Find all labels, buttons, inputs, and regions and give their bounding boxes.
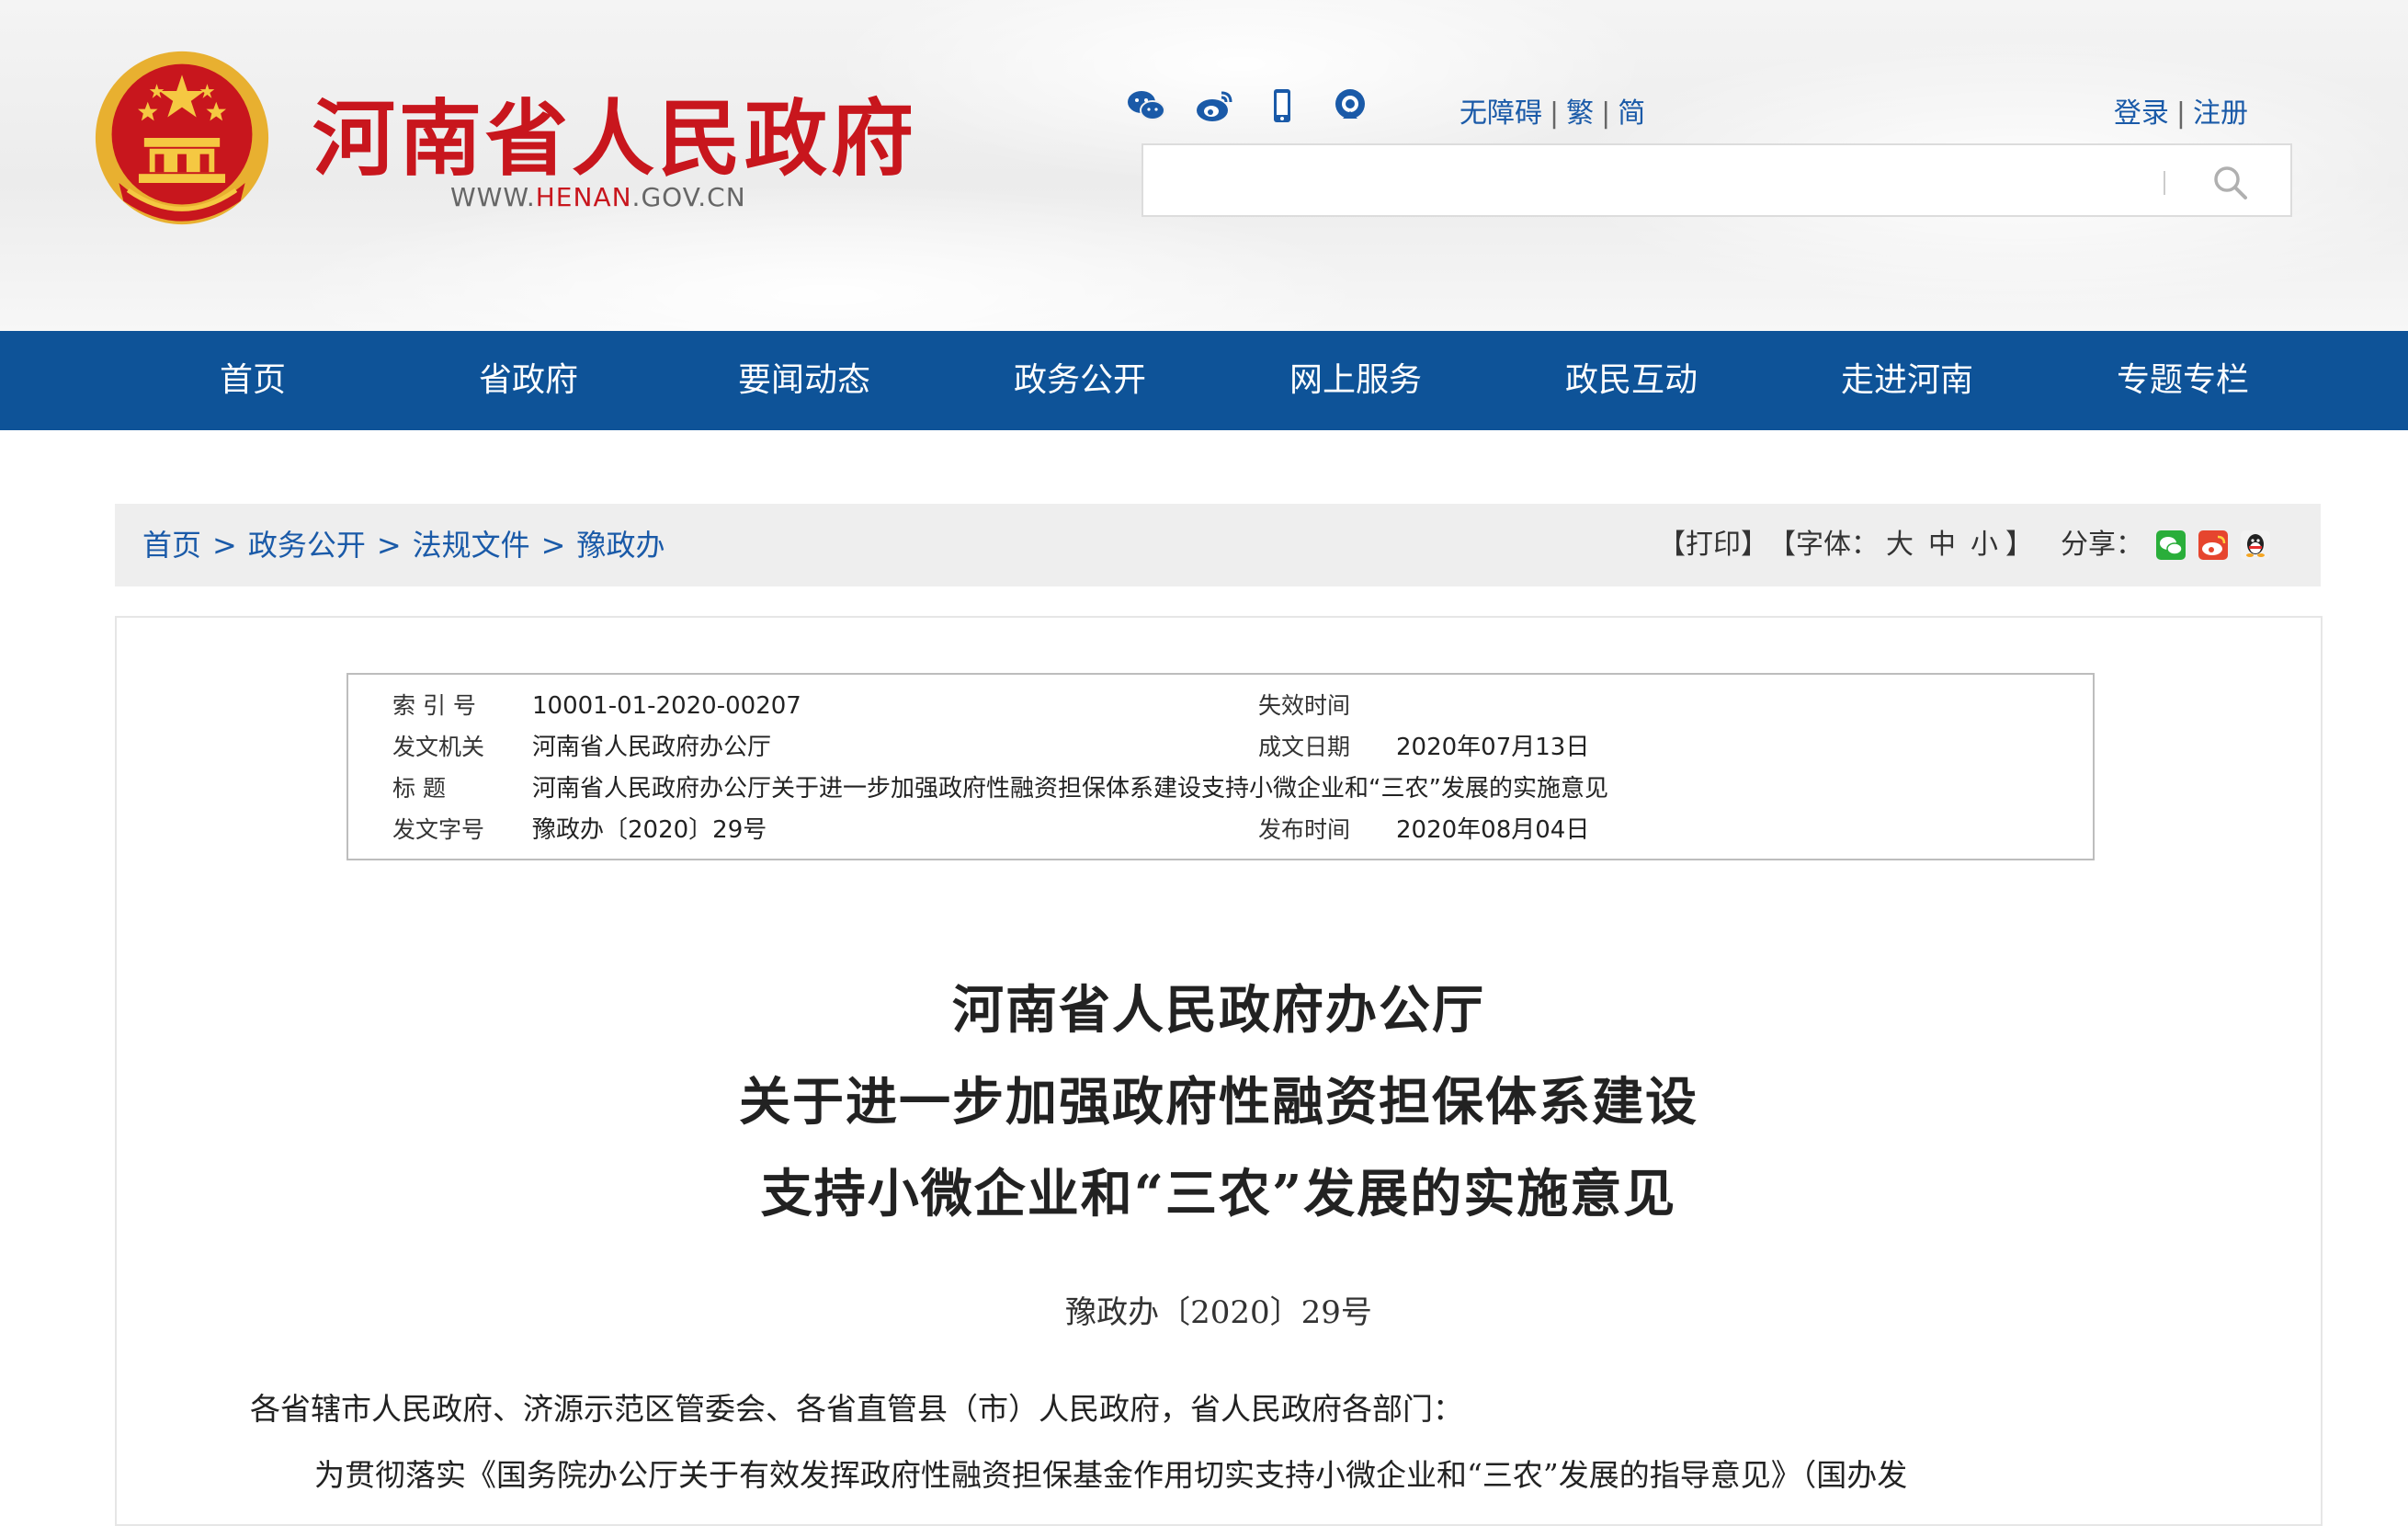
breadcrumb-separator: >: [540, 528, 566, 563]
url-highlight: HENAN: [535, 182, 632, 212]
mobile-icon[interactable]: [1262, 85, 1302, 126]
document-number-label: 发文字号: [392, 816, 485, 843]
breadcrumb: 首页 > 政务公开 > 法规文件 > 豫政办: [142, 504, 665, 586]
print-button[interactable]: 【打印】: [1658, 504, 1768, 586]
document-meta-table: 索 引 号 10001-01-2020-00207 失效时间 发文机关 河南省人…: [346, 673, 2095, 860]
nav-item-news[interactable]: 要闻动态: [703, 331, 905, 430]
traditional-chinese-link[interactable]: 繁: [1566, 97, 1594, 130]
meta-row: 索 引 号 10001-01-2020-00207 失效时间: [348, 686, 2093, 726]
article-container: 索 引 号 10001-01-2020-00207 失效时间 发文机关 河南省人…: [115, 616, 2323, 1526]
separator: |: [2175, 97, 2186, 130]
podcast-icon[interactable]: [1330, 85, 1370, 126]
site-header: 河南省人民政府 WWW.HENAN.GOV.CN 无障碍 | 繁 | 简 登录 …: [0, 0, 2408, 331]
nav-item-provincial-government[interactable]: 省政府: [427, 331, 630, 430]
wechat-share-icon[interactable]: [2156, 530, 2186, 560]
login-link[interactable]: 登录: [2114, 97, 2169, 130]
font-size-close: 】: [2005, 529, 2033, 561]
article-salutation: 各省辖市人民政府、济源示范区管委会、各省直管县（市）人民政府，省人民政府各部门：: [250, 1391, 1463, 1427]
site-title[interactable]: 河南省人民政府: [312, 72, 917, 191]
publish-date-value: 2020年08月04日: [1396, 816, 1590, 844]
accessibility-link[interactable]: 无障碍: [1460, 97, 1542, 130]
search-input[interactable]: [1158, 154, 2173, 208]
search-box: [1142, 143, 2292, 217]
written-date-value: 2020年07月13日: [1396, 734, 1590, 761]
written-date-label: 成文日期: [1258, 734, 1351, 760]
search-divider: [2164, 171, 2165, 195]
user-links: 登录 | 注册: [2114, 90, 2248, 131]
separator: |: [1550, 97, 1560, 130]
meta-row: 标 题 河南省人民政府办公厅关于进一步加强政府性融资担保体系建设支持小微企业和“…: [348, 769, 2093, 809]
article-document-number: 豫政办〔2020〕29号: [1065, 1294, 1372, 1331]
breadcrumb-home[interactable]: 首页: [142, 528, 201, 563]
weibo-icon[interactable]: [1194, 85, 1234, 126]
main-nav: 首页 省政府 要闻动态 政务公开 网上服务 政民互动 走进河南 专题专栏: [0, 331, 2408, 430]
font-size-small-button[interactable]: 小: [1971, 504, 1998, 586]
breadcrumb-bar: 首页 > 政务公开 > 法规文件 > 豫政办 【打印】 【字体： 大 中 小 】 分享：: [115, 504, 2321, 586]
article-title-line-3: 支持小微企业和“三农”发展的实施意见: [760, 1164, 1677, 1224]
register-link[interactable]: 注册: [2193, 97, 2248, 130]
publish-date-label: 发布时间: [1258, 816, 1351, 843]
title-value: 河南省人民政府办公厅关于进一步加强政府性融资担保体系建设支持小微企业和“三农”发…: [532, 775, 1608, 803]
nav-item-special-topics[interactable]: 专题专栏: [2082, 331, 2284, 430]
share-label: 分享：: [2061, 529, 2143, 561]
font-size-label: 【字体：: [1768, 529, 1879, 561]
breadcrumb-yuzhengban[interactable]: 豫政办: [576, 528, 664, 563]
breadcrumb-separator: >: [376, 528, 402, 563]
url-suffix: .GOV.CN: [631, 182, 746, 212]
index-number-label: 索 引 号: [392, 692, 476, 719]
breadcrumb-government-affairs[interactable]: 政务公开: [248, 528, 366, 563]
nav-item-online-services[interactable]: 网上服务: [1255, 331, 1457, 430]
font-size-medium-button[interactable]: 中: [1928, 504, 1956, 586]
separator: |: [1601, 97, 1611, 130]
document-number-value: 豫政办〔2020〕29号: [532, 816, 767, 844]
nav-item-home[interactable]: 首页: [152, 331, 354, 430]
nav-item-government-affairs[interactable]: 政务公开: [979, 331, 1181, 430]
breadcrumb-regulations[interactable]: 法规文件: [413, 528, 530, 563]
nav-item-interaction[interactable]: 政民互动: [1530, 331, 1732, 430]
font-size-large-button[interactable]: 大: [1886, 504, 1914, 586]
meta-row: 发文机关 河南省人民政府办公厅 成文日期 2020年07月13日: [348, 727, 2093, 768]
qq-share-icon[interactable]: [2241, 530, 2270, 560]
breadcrumb-separator: >: [212, 528, 237, 563]
article-title-line-1: 河南省人民政府办公厅: [952, 980, 1485, 1041]
nav-item-about-henan[interactable]: 走进河南: [1806, 331, 2008, 430]
expiry-time-label: 失效时间: [1258, 692, 1351, 719]
simplified-chinese-link[interactable]: 简: [1618, 97, 1645, 130]
wechat-icon[interactable]: [1126, 85, 1166, 126]
meta-row: 发文字号 豫政办〔2020〕29号 发布时间 2020年08月04日: [348, 810, 2093, 850]
national-emblem-icon[interactable]: [92, 48, 272, 228]
page-tools: 【打印】 【字体： 大 中 小 】 分享：: [1658, 504, 2270, 586]
weibo-share-icon[interactable]: [2198, 530, 2228, 560]
issuer-value: 河南省人民政府办公厅: [532, 734, 772, 761]
title-label: 标 题: [392, 775, 446, 802]
accessibility-links: 无障碍 | 繁 | 简: [1460, 90, 1645, 131]
index-number-value: 10001-01-2020-00207: [532, 692, 801, 720]
issuer-label: 发文机关: [392, 734, 485, 760]
site-url[interactable]: WWW.HENAN.GOV.CN: [450, 182, 746, 212]
article-paragraph: 为贯彻落实《国务院办公厅关于有效发挥政府性融资担保基金作用切实支持小微企业和“三…: [314, 1457, 1908, 1493]
url-prefix: WWW.: [450, 182, 536, 212]
article-title-line-2: 关于进一步加强政府性融资担保体系建设: [739, 1072, 1698, 1133]
search-icon[interactable]: [2209, 162, 2250, 202]
social-icons: [1126, 85, 1370, 126]
